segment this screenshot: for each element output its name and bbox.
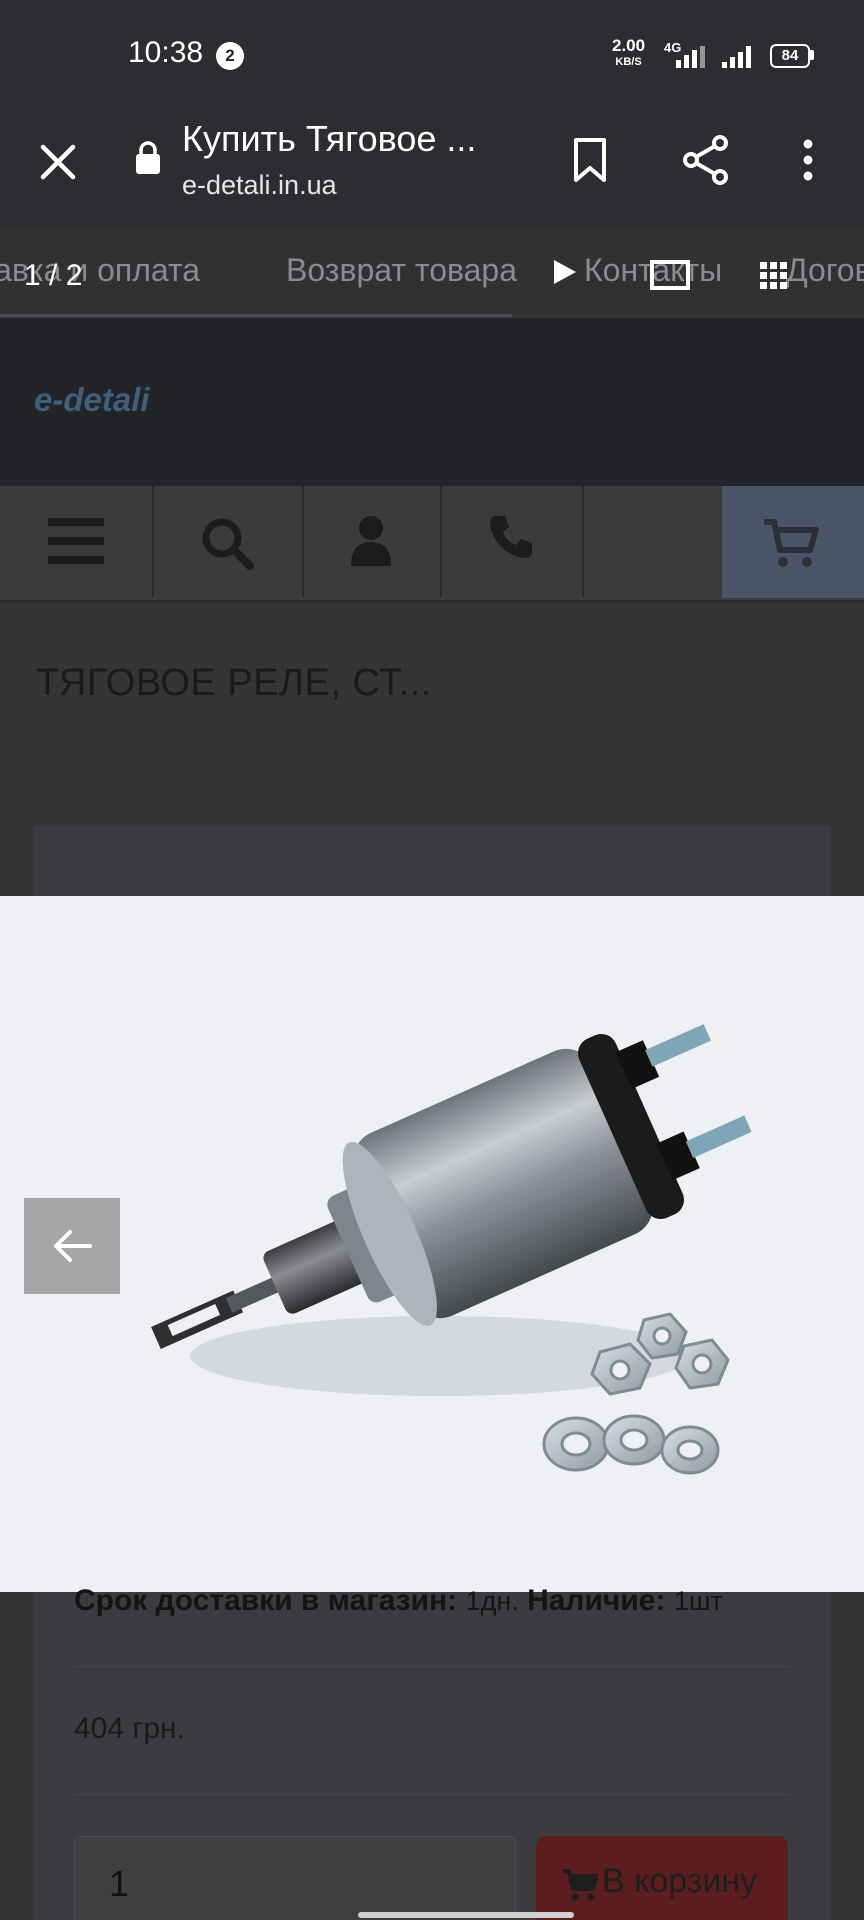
- delivery-label: Срок доставки в магазин:: [74, 1584, 458, 1617]
- menu-link-contract[interactable]: Договор: [786, 252, 864, 289]
- site-menu-strip: Доставка и оплата Возврат товара Контакт…: [0, 226, 864, 317]
- cart-icon: [764, 519, 819, 567]
- site-nav-bar: [0, 486, 864, 602]
- previous-image-button[interactable]: [24, 1198, 120, 1294]
- signal-icon-2: [722, 46, 751, 68]
- network-speed-value: 2.00: [612, 36, 646, 55]
- add-to-cart-label: В корзину: [602, 1862, 758, 1900]
- quantity-input[interactable]: 1: [74, 1836, 516, 1920]
- share-icon[interactable]: [680, 134, 732, 186]
- delivery-value: 1дн.: [465, 1586, 519, 1616]
- user-icon: [351, 516, 391, 566]
- delivery-info: Срок доставки в магазин: 1дн. Наличие: 1…: [74, 1584, 723, 1618]
- close-icon[interactable]: [38, 142, 78, 182]
- nav-menu-cell[interactable]: [0, 486, 154, 598]
- menu-scroll-indicator: [0, 314, 512, 317]
- site-logo[interactable]: e-detali: [34, 381, 150, 419]
- web-page: Доставка и оплата Возврат товара Контакт…: [0, 226, 864, 1920]
- nav-user-cell[interactable]: [302, 486, 442, 598]
- battery-tip: [810, 50, 814, 60]
- nav-search-cell[interactable]: [152, 486, 304, 598]
- image-counter: 1 / 2: [24, 259, 83, 292]
- cart-icon: [563, 1869, 598, 1901]
- home-indicator[interactable]: [358, 1912, 574, 1918]
- network-speed: 2.00 KB/S: [612, 36, 646, 70]
- cast-icon[interactable]: [650, 260, 690, 290]
- grid-icon[interactable]: [760, 262, 788, 290]
- product-title: ТЯГОВОЕ РЕЛЕ, СТ...: [36, 662, 432, 704]
- product-price: 404 грн.: [74, 1712, 185, 1745]
- arrow-left-icon: [54, 1230, 92, 1262]
- search-icon: [202, 518, 254, 570]
- network-speed-unit: KB/S: [615, 56, 642, 68]
- signal-icon: [676, 46, 705, 68]
- divider: [74, 1666, 790, 1667]
- lock-icon: [136, 141, 160, 174]
- quantity-value: 1: [109, 1863, 130, 1904]
- battery-icon: 84: [770, 44, 810, 68]
- menu-link-return[interactable]: Возврат товара: [286, 252, 517, 289]
- add-to-cart-button[interactable]: В корзину: [536, 1836, 788, 1920]
- starter-solenoid-image: [151, 1024, 752, 1475]
- divider: [74, 1794, 790, 1795]
- page-url[interactable]: e-detali.in.ua: [182, 170, 337, 201]
- stock-value: 1шт: [673, 1586, 723, 1616]
- status-bar: 10:38 2 2.00 KB/S 4G 84: [0, 0, 864, 100]
- nav-phone-cell[interactable]: [440, 486, 584, 598]
- page-title: Купить Тяговое ...: [182, 118, 477, 159]
- menu-icon: [48, 518, 104, 564]
- stock-label: Наличие:: [527, 1584, 666, 1617]
- nav-cart-cell[interactable]: [722, 486, 864, 598]
- product-image[interactable]: [0, 896, 864, 1592]
- notification-count-badge: 2: [216, 42, 244, 70]
- bookmark-icon[interactable]: [570, 136, 610, 184]
- play-icon[interactable]: [548, 256, 580, 288]
- phone-icon: [490, 516, 532, 558]
- more-vert-icon[interactable]: [796, 136, 820, 184]
- status-time: 10:38: [128, 36, 204, 69]
